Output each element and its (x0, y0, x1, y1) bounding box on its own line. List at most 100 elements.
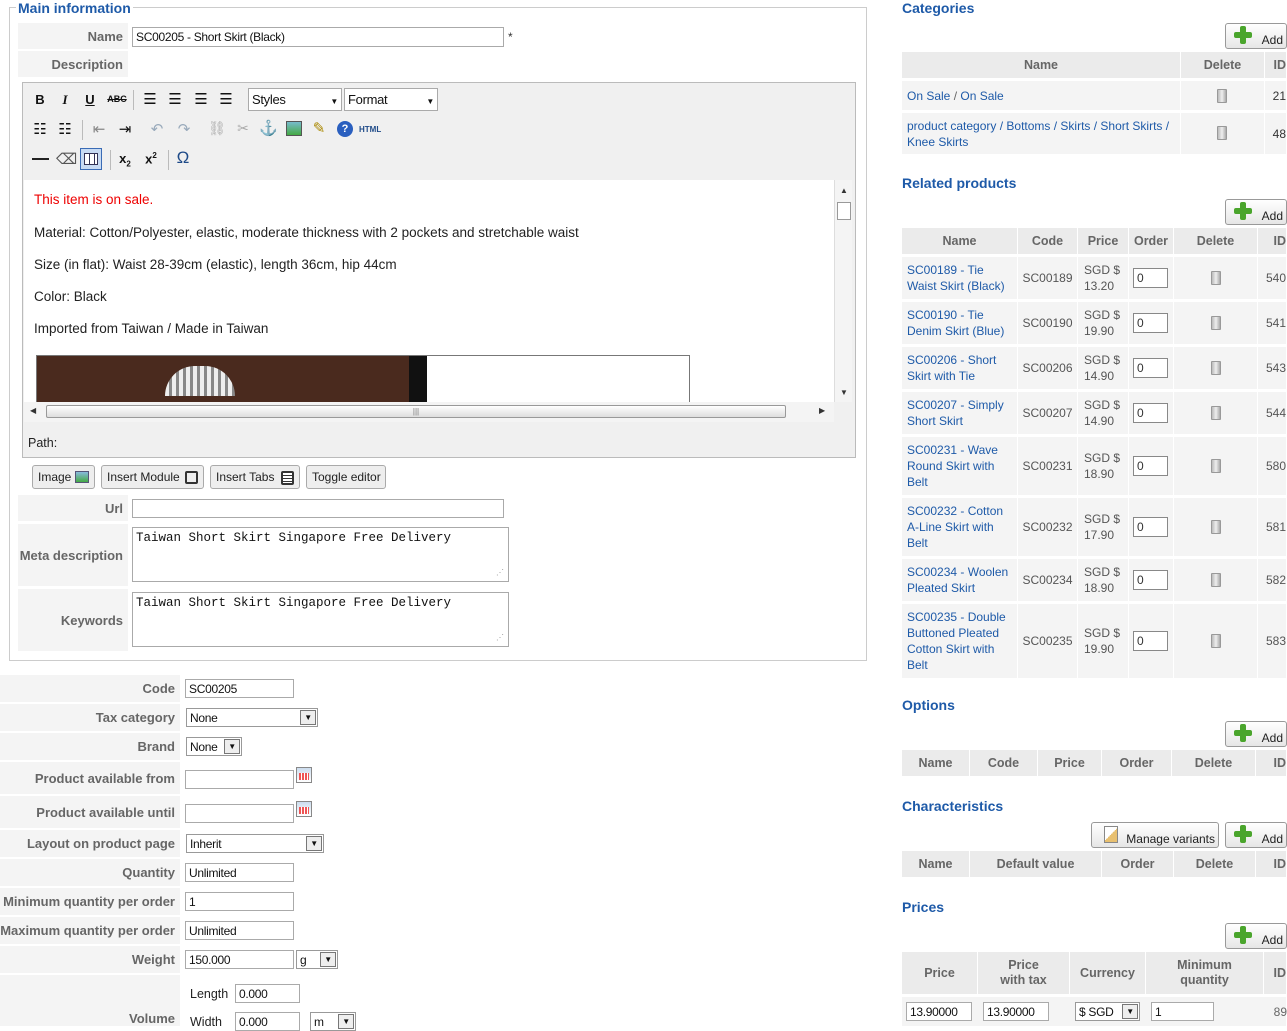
trash-icon[interactable] (1217, 89, 1227, 103)
trash-icon[interactable] (1211, 520, 1221, 534)
category-link-knee-skirts[interactable]: Knee Skirts (907, 134, 968, 150)
align-justify-icon[interactable]: ☰ (217, 90, 235, 108)
image-button[interactable]: Image (32, 465, 95, 489)
scroll-thumb[interactable]: ||| (46, 405, 786, 418)
currency-select[interactable]: $ SGD ▼ (1075, 1002, 1140, 1021)
trash-icon[interactable] (1211, 406, 1221, 420)
special-char-icon[interactable]: Ω (174, 148, 192, 168)
brand-select[interactable]: None ▼ (186, 737, 242, 756)
align-right-icon[interactable]: ☰ (192, 90, 210, 108)
bold-icon[interactable]: B (33, 92, 47, 107)
related-product-link[interactable]: Skirt with Tie (907, 368, 975, 384)
weight-input[interactable]: 150.000 (185, 950, 294, 969)
insert-tabs-button[interactable]: Insert Tabs (210, 465, 300, 489)
price-with-tax-input[interactable]: 13.90000 (983, 1002, 1049, 1021)
related-product-link[interactable]: Cotton Skirt with (907, 641, 994, 657)
dimension-unit-select[interactable]: m ▼ (310, 1012, 356, 1031)
manage-variants-button[interactable]: Manage variants (1091, 822, 1219, 848)
related-product-link[interactable]: SC00231 - Wave (907, 442, 998, 458)
help-icon[interactable]: ? (337, 121, 353, 137)
available-from-input[interactable] (185, 770, 294, 789)
related-product-link[interactable]: Buttoned Pleated (907, 625, 999, 641)
calendar-icon[interactable] (296, 801, 312, 817)
trash-icon[interactable] (1211, 271, 1221, 285)
related-product-link[interactable]: Short Skirt (907, 413, 963, 429)
price-input[interactable]: 13.90000 (906, 1002, 972, 1021)
insert-module-button[interactable]: Insert Module (101, 465, 204, 489)
undo-icon[interactable]: ↶ (148, 120, 166, 138)
length-input[interactable]: 0.000 (235, 984, 300, 1003)
numbered-list-icon[interactable]: ☷ (56, 120, 74, 138)
related-product-link[interactable]: Pleated Skirt (907, 580, 975, 596)
eraser-icon[interactable]: ⌫ (56, 150, 77, 168)
weight-unit-select[interactable]: g ▼ (296, 950, 338, 969)
add-option-button[interactable]: Add (1225, 721, 1287, 747)
calendar-icon[interactable] (296, 767, 312, 783)
bullet-list-icon[interactable]: ☷ (31, 120, 49, 138)
related-product-link[interactable]: SC00206 - Short (907, 352, 996, 368)
editor-content-area[interactable]: This item is on sale. Material: Cotton/P… (24, 180, 834, 402)
editor-horizontal-scrollbar[interactable]: ◀ ||| ▶ (24, 402, 834, 422)
code-input[interactable]: SC00205 (185, 679, 294, 698)
subscript-icon[interactable]: x2 (116, 151, 134, 169)
url-input[interactable] (132, 499, 504, 518)
related-product-link[interactable]: Belt (907, 474, 928, 490)
image-icon[interactable] (286, 121, 302, 136)
trash-icon[interactable] (1217, 126, 1227, 140)
scroll-right-arrow-icon[interactable]: ▶ (819, 406, 825, 415)
trash-icon[interactable] (1211, 573, 1221, 587)
strikethrough-icon[interactable]: ABC (106, 94, 128, 104)
horizontal-rule-icon[interactable] (32, 158, 49, 160)
link-icon[interactable]: ⛓ (208, 120, 226, 137)
trash-icon[interactable] (1211, 634, 1221, 648)
available-until-input[interactable] (185, 804, 294, 823)
scroll-left-arrow-icon[interactable]: ◀ (30, 406, 36, 415)
add-price-button[interactable]: Add (1225, 923, 1287, 949)
meta-description-textarea[interactable]: Taiwan Short Skirt Singapore Free Delive… (132, 527, 509, 582)
scroll-up-arrow-icon[interactable]: ▲ (840, 186, 848, 195)
superscript-icon[interactable]: x2 (142, 151, 160, 166)
quantity-input[interactable]: Unlimited (185, 863, 294, 882)
trash-icon[interactable] (1211, 459, 1221, 473)
related-product-link[interactable]: SC00190 - Tie (907, 307, 984, 323)
related-order-input[interactable]: 0 (1133, 517, 1168, 537)
related-product-link[interactable]: Waist Skirt (Black) (907, 278, 1005, 294)
layout-select[interactable]: Inherit ▼ (186, 834, 324, 853)
related-order-input[interactable]: 0 (1133, 570, 1168, 590)
indent-icon[interactable]: ⇥ (116, 120, 134, 138)
scroll-down-arrow-icon[interactable]: ▼ (840, 388, 848, 397)
related-product-link[interactable]: Belt (907, 657, 928, 673)
tax-category-select[interactable]: None ▼ (186, 708, 318, 727)
redo-icon[interactable]: ↷ (175, 120, 193, 138)
related-order-input[interactable]: 0 (1133, 313, 1168, 333)
anchor-icon[interactable]: ⚓ (259, 119, 278, 137)
resize-grip-icon[interactable]: ⋰ (496, 634, 506, 644)
max-quantity-input[interactable]: Unlimited (185, 921, 294, 940)
related-product-link[interactable]: SC00207 - Simply (907, 397, 1004, 413)
related-product-link[interactable]: Belt (907, 535, 928, 551)
scroll-thumb[interactable] (837, 202, 851, 220)
html-source-icon[interactable]: HTML (359, 125, 381, 134)
related-order-input[interactable]: 0 (1133, 358, 1168, 378)
editor-vertical-scrollbar[interactable]: ▲ ▼ (834, 180, 852, 402)
trash-icon[interactable] (1211, 361, 1221, 375)
category-link-on-sale[interactable]: On Sale (907, 88, 950, 104)
styles-select[interactable]: Styles ▼ (248, 88, 342, 111)
width-input[interactable]: 0.000 (235, 1012, 300, 1031)
related-product-link[interactable]: A-Line Skirt with (907, 519, 994, 535)
category-link-on-sale-2[interactable]: On Sale (960, 88, 1003, 104)
related-product-link[interactable]: Denim Skirt (Blue) (907, 323, 1004, 339)
table-icon[interactable] (80, 148, 102, 170)
outdent-icon[interactable]: ⇤ (90, 120, 108, 138)
related-product-link[interactable]: SC00235 - Double (907, 609, 1006, 625)
related-order-input[interactable]: 0 (1133, 403, 1168, 423)
format-select[interactable]: Format ▼ (344, 88, 438, 111)
italic-icon[interactable]: I (58, 92, 72, 108)
keywords-textarea[interactable]: Taiwan Short Skirt Singapore Free Delive… (132, 592, 509, 647)
related-product-link[interactable]: SC00232 - Cotton (907, 503, 1003, 519)
minimum-quantity-input[interactable]: 1 (1151, 1002, 1214, 1021)
trash-icon[interactable] (1211, 316, 1221, 330)
related-product-link[interactable]: SC00234 - Woolen (907, 564, 1008, 580)
align-left-icon[interactable]: ☰ (141, 90, 159, 108)
related-order-input[interactable]: 0 (1133, 456, 1168, 476)
